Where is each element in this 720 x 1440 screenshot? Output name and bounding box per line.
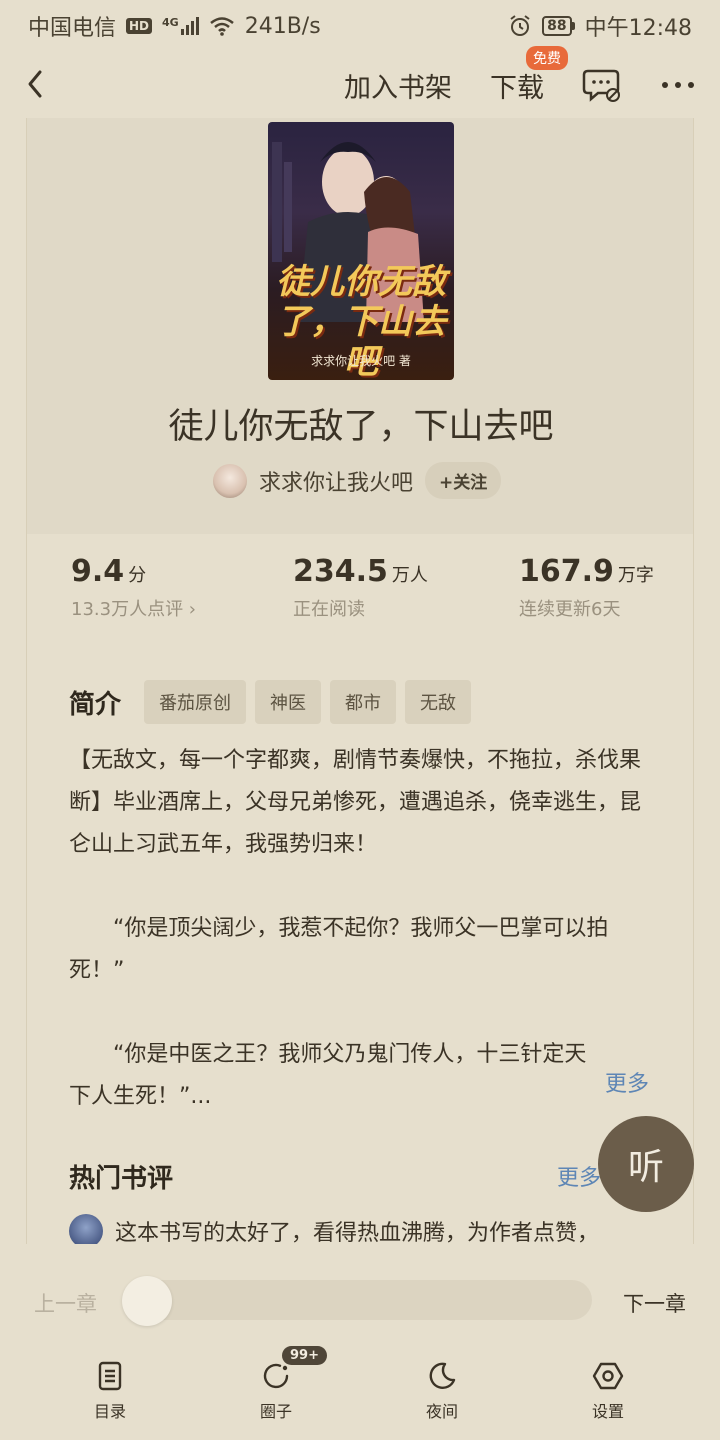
reviews-title: 热门书评 bbox=[69, 1164, 174, 1194]
readers-label: 正在阅读 bbox=[293, 599, 365, 620]
intro-text: 【无敌文，每一个字都爽，剧情节奏爆快，不拖拉，杀伐果断】毕业酒席上，父母兄弟惨死… bbox=[69, 740, 653, 1118]
readers-unit: 万人 bbox=[391, 565, 428, 586]
intro-paragraph: “你是中医之王？我师父乃鬼门传人，十三针定天下人生死！”... bbox=[69, 1042, 587, 1109]
signal-icon: 4G bbox=[162, 17, 199, 35]
nav-catalog[interactable]: 目录 bbox=[70, 1360, 150, 1422]
hd-badge: HD bbox=[126, 18, 153, 34]
wordcount-stat: 167.9 万字 连续更新6天 bbox=[519, 554, 654, 621]
download-label: 下载 bbox=[490, 72, 544, 104]
battery-icon: 88 bbox=[542, 16, 575, 36]
free-badge: 免费 bbox=[526, 45, 568, 70]
readers-value: 234.5 bbox=[293, 554, 388, 589]
nav-night-label: 夜间 bbox=[425, 1402, 458, 1421]
chapter-navigation: 上一章 下一章 bbox=[0, 1274, 720, 1326]
moon-icon bbox=[429, 1362, 456, 1389]
bottom-nav: 目录 99+ 圈子 夜间 设置 bbox=[0, 1346, 720, 1440]
prev-chapter-button[interactable]: 上一章 bbox=[34, 1288, 97, 1318]
tag-chip[interactable]: 都市 bbox=[330, 680, 397, 724]
review-text: 这本书写的太好了，看得热血沸腾，为作者点赞， bbox=[115, 1221, 600, 1244]
status-left: 中国电信 HD 4G 241B/s bbox=[28, 10, 321, 42]
tag-chip[interactable]: 无敌 bbox=[405, 680, 472, 724]
intro-more-link[interactable]: 更多 bbox=[605, 1066, 649, 1098]
intro-paragraph: “你是顶尖阔少，我惹不起你？我师父一巴掌可以拍死！” bbox=[69, 916, 609, 983]
intro-title: 简介 bbox=[69, 689, 122, 720]
nav-circle[interactable]: 99+ 圈子 bbox=[236, 1346, 327, 1422]
readers-stat: 234.5 万人 正在阅读 bbox=[293, 554, 428, 621]
listen-button[interactable]: 听 bbox=[598, 1116, 694, 1212]
book-title: 徒儿你无敌了，下山去吧 bbox=[168, 407, 554, 447]
top-actions: 加入书架 下载 免费 bbox=[344, 45, 696, 118]
settings-icon bbox=[592, 1362, 624, 1390]
rating-stat[interactable]: 9.4 分 13.3万人点评 › bbox=[71, 554, 196, 621]
add-to-shelf-button[interactable]: 加入书架 bbox=[344, 66, 452, 105]
network-type: 4G bbox=[162, 16, 179, 29]
book-cover[interactable]: 徒儿你无敌了，下山去吧 求求你让我火吧 著 bbox=[268, 122, 454, 380]
back-arrow-icon[interactable] bbox=[22, 66, 50, 102]
reviews-more-link[interactable]: 更多 bbox=[557, 1160, 601, 1192]
network-speed: 241B/s bbox=[244, 13, 321, 39]
author-name[interactable]: 求求你让我火吧 bbox=[259, 465, 413, 497]
author-row: 求求你让我火吧 +关注 bbox=[213, 462, 502, 499]
nav-circle-label: 圈子 bbox=[259, 1402, 292, 1421]
intro-header: 简介 番茄原创 神医 都市 无敌 bbox=[69, 680, 472, 724]
progress-slider-knob[interactable] bbox=[122, 1276, 172, 1326]
circle-badge: 99+ bbox=[282, 1346, 327, 1365]
tag-chip[interactable]: 神医 bbox=[255, 680, 322, 724]
nav-settings[interactable]: 设置 bbox=[568, 1360, 648, 1422]
cover-author: 求求你让我火吧 著 bbox=[311, 354, 411, 368]
chapter-progress-slider[interactable] bbox=[122, 1280, 592, 1320]
wordcount-unit: 万字 bbox=[617, 565, 654, 586]
update-streak: 连续更新6天 bbox=[519, 599, 621, 620]
rating-unit: 分 bbox=[128, 565, 147, 586]
download-button[interactable]: 下载 免费 bbox=[490, 45, 568, 105]
intro-paragraph: 【无敌文，每一个字都爽，剧情节奏爆快，不拖拉，杀伐果断】毕业酒席上，父母兄弟惨死… bbox=[69, 748, 642, 857]
wordcount-value: 167.9 bbox=[519, 554, 614, 589]
rating-value: 9.4 bbox=[71, 554, 125, 589]
wifi-icon bbox=[209, 17, 234, 36]
catalog-icon bbox=[98, 1361, 122, 1391]
top-bar: 加入书架 下载 免费 bbox=[0, 45, 720, 118]
follow-button[interactable]: +关注 bbox=[425, 462, 502, 499]
status-right: 88 中午12:48 bbox=[508, 10, 692, 42]
reviewer-avatar bbox=[69, 1214, 103, 1244]
next-chapter-button[interactable]: 下一章 bbox=[623, 1288, 686, 1318]
more-options-icon[interactable] bbox=[660, 80, 696, 90]
nav-catalog-label: 目录 bbox=[93, 1402, 126, 1421]
tag-chip[interactable]: 番茄原创 bbox=[144, 680, 247, 724]
carrier-name: 中国电信 bbox=[28, 16, 117, 41]
reader-bottom-panel: 上一章 下一章 目录 99+ 圈子 夜间 设置 bbox=[0, 1244, 720, 1440]
rating-count: 13.3万人点评 › bbox=[71, 599, 196, 620]
alarm-icon bbox=[510, 15, 530, 36]
clock: 中午12:48 bbox=[584, 16, 692, 41]
circle-icon bbox=[263, 1363, 289, 1389]
comment-off-icon[interactable] bbox=[582, 67, 622, 103]
nav-settings-label: 设置 bbox=[591, 1402, 624, 1421]
review-item[interactable]: 这本书写的太好了，看得热血沸腾，为作者点赞， bbox=[69, 1214, 599, 1244]
battery-level: 88 bbox=[542, 16, 572, 36]
status-bar: 中国电信 HD 4G 241B/s 88 中午12:48 bbox=[0, 0, 720, 52]
book-detail-card: 徒儿你无敌了，下山去吧 求求你让我火吧 著 徒儿你无敌了，下山去吧 求求你让我火… bbox=[26, 118, 694, 1244]
book-stats: 9.4 分 13.3万人点评 › 234.5 万人 正在阅读 167.9 万字 连续更… bbox=[27, 554, 693, 634]
nav-night-mode[interactable]: 夜间 bbox=[402, 1360, 482, 1422]
author-avatar[interactable] bbox=[213, 463, 247, 498]
